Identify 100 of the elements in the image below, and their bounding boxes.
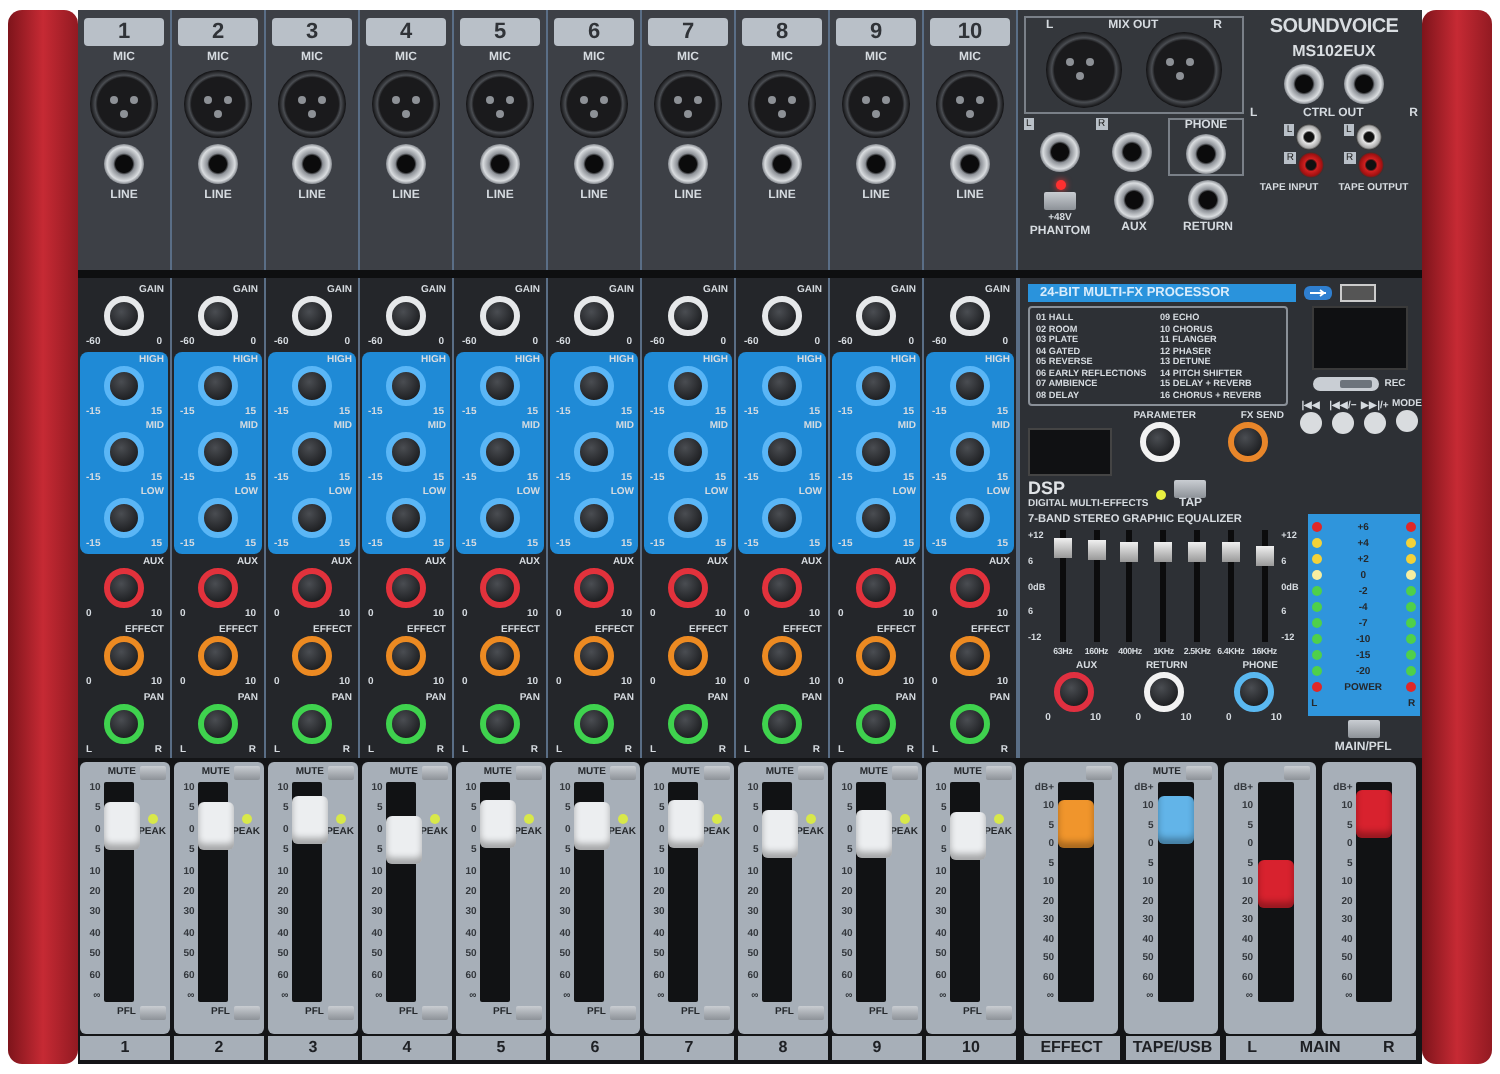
knob[interactable] — [386, 704, 426, 744]
xlr-jack-icon — [184, 70, 252, 138]
fader-knob[interactable] — [574, 802, 611, 851]
round-button[interactable] — [1396, 410, 1418, 432]
knob[interactable] — [950, 498, 990, 538]
round-button[interactable] — [1364, 412, 1386, 434]
peak-led — [711, 814, 722, 824]
channel-number: 2 — [178, 18, 258, 46]
knob[interactable] — [104, 432, 144, 472]
knob[interactable] — [480, 636, 520, 676]
jack-icon — [198, 144, 238, 184]
knob[interactable] — [198, 366, 238, 406]
eq-slider-knob[interactable] — [1087, 539, 1106, 560]
knob[interactable] — [950, 704, 990, 744]
peak-led — [523, 814, 534, 824]
jack-icon — [1112, 132, 1152, 172]
knob[interactable] — [950, 366, 990, 406]
fader-knob[interactable] — [762, 809, 799, 858]
knob[interactable] — [574, 498, 614, 538]
knob[interactable] — [480, 432, 520, 472]
knob[interactable] — [856, 432, 896, 472]
eq-slider-knob[interactable] — [1255, 546, 1274, 567]
fader-knob[interactable] — [104, 802, 141, 851]
fader-knob[interactable] — [668, 799, 705, 848]
knob[interactable] — [104, 636, 144, 676]
knob[interactable] — [198, 498, 238, 538]
knob[interactable] — [574, 636, 614, 676]
main-pfl-button[interactable] — [1347, 720, 1380, 738]
knob[interactable] — [1228, 422, 1268, 462]
channel-mark: R — [1383, 1036, 1395, 1060]
knob[interactable] — [668, 498, 708, 538]
fader-knob[interactable] — [1058, 799, 1094, 848]
fader-knob[interactable] — [480, 799, 517, 848]
knob[interactable] — [950, 636, 990, 676]
eq-slider-knob[interactable] — [1053, 537, 1072, 558]
tap-button[interactable] — [1174, 480, 1207, 498]
knob[interactable] — [198, 704, 238, 744]
channel-number: 7 — [644, 1036, 734, 1060]
knob[interactable] — [668, 432, 708, 472]
knob[interactable] — [386, 498, 426, 538]
round-button[interactable] — [1300, 412, 1322, 434]
knob[interactable] — [856, 704, 896, 744]
fader-knob[interactable] — [856, 809, 893, 858]
knob[interactable] — [292, 498, 332, 538]
peak-led — [429, 814, 440, 824]
knob[interactable] — [104, 366, 144, 406]
eq-slider-knob[interactable] — [1188, 542, 1207, 563]
jack-icon — [1188, 180, 1228, 220]
knob[interactable] — [762, 366, 802, 406]
knob[interactable] — [762, 704, 802, 744]
knob[interactable] — [104, 498, 144, 538]
knob[interactable] — [386, 636, 426, 676]
knob[interactable] — [292, 366, 332, 406]
channel-number: 9 — [836, 18, 916, 46]
knob[interactable] — [668, 636, 708, 676]
knob[interactable] — [386, 366, 426, 406]
knob[interactable] — [480, 498, 520, 538]
knob[interactable] — [762, 636, 802, 676]
channel-number: 10 — [930, 18, 1010, 46]
knob[interactable] — [856, 636, 896, 676]
knob[interactable] — [292, 704, 332, 744]
knob[interactable] — [292, 432, 332, 472]
knob[interactable] — [574, 704, 614, 744]
knob[interactable] — [950, 432, 990, 472]
knob[interactable] — [668, 366, 708, 406]
knob[interactable] — [480, 704, 520, 744]
knob[interactable] — [762, 498, 802, 538]
eq-slider-knob[interactable] — [1154, 542, 1173, 563]
knob[interactable] — [668, 704, 708, 744]
eq-slider-knob[interactable] — [1120, 542, 1139, 563]
fader-knob[interactable] — [1356, 790, 1393, 839]
knob[interactable] — [1233, 672, 1274, 712]
knob[interactable] — [856, 498, 896, 538]
channel-mark: L — [1247, 1036, 1258, 1060]
fader-knob[interactable] — [292, 795, 329, 844]
fader-knob[interactable] — [1257, 859, 1293, 908]
fader-knob[interactable] — [1157, 795, 1194, 844]
knob[interactable] — [292, 636, 332, 676]
knob[interactable] — [574, 432, 614, 472]
section-label: MAIN — [1299, 1036, 1341, 1060]
xlr-jack-icon — [90, 70, 158, 138]
peak-led — [899, 814, 910, 824]
eq-slider-knob[interactable] — [1221, 541, 1240, 562]
xlr-jack-icon — [936, 70, 1004, 138]
knob[interactable] — [856, 366, 896, 406]
fader-knob[interactable] — [198, 802, 235, 851]
fader-knob[interactable] — [950, 812, 987, 861]
knob[interactable] — [480, 366, 520, 406]
knob[interactable] — [104, 704, 144, 744]
channel-number: 9 — [832, 1036, 922, 1060]
jack-icon — [480, 144, 520, 184]
jack-icon — [856, 144, 896, 184]
knob[interactable] — [198, 636, 238, 676]
knob[interactable] — [198, 432, 238, 472]
knob[interactable] — [574, 366, 614, 406]
fader-knob[interactable] — [386, 816, 423, 865]
knob[interactable] — [762, 432, 802, 472]
knob[interactable] — [386, 432, 426, 472]
usb-icon — [1302, 284, 1334, 302]
round-button[interactable] — [1332, 412, 1354, 434]
